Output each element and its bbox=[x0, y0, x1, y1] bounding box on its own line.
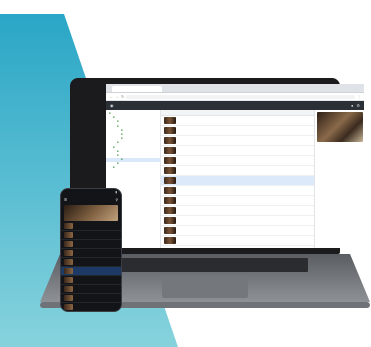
folder-icon: ■ bbox=[117, 153, 119, 157]
asset-thumbnail bbox=[64, 259, 73, 265]
folder-icon: ■ bbox=[117, 162, 119, 166]
browser-toolbar: ← → ↻ ⋮ bbox=[106, 93, 364, 101]
folder-icon: ■ bbox=[121, 158, 123, 162]
battery-icon: ▮ bbox=[115, 190, 117, 194]
list-item[interactable] bbox=[61, 276, 121, 285]
asset-thumbnail bbox=[164, 157, 176, 164]
folder-icon: ■ bbox=[121, 132, 123, 136]
asset-thumbnail bbox=[164, 137, 176, 144]
asset-thumbnail bbox=[64, 250, 73, 256]
asset-thumbnail bbox=[64, 268, 73, 274]
list-item[interactable] bbox=[61, 303, 121, 311]
search-icon[interactable]: ⚲ bbox=[116, 198, 118, 202]
asset-thumbnail bbox=[64, 295, 73, 301]
asset-thumbnail bbox=[64, 304, 73, 310]
laptop-screen: ← → ↻ ⋮ ◉ ● ⚙ ■ ■ ■ ■ ■ ■ ■ ■ ■ ■ ■ ■ ■ … bbox=[106, 84, 364, 248]
list-item[interactable] bbox=[61, 222, 121, 231]
list-item[interactable] bbox=[61, 258, 121, 267]
back-icon[interactable]: ← bbox=[109, 94, 113, 99]
table-row[interactable] bbox=[161, 236, 314, 246]
browser-tab[interactable] bbox=[112, 86, 162, 92]
table-row[interactable] bbox=[161, 216, 314, 226]
menu-icon[interactable]: ☰ bbox=[64, 198, 67, 202]
asset-thumbnail bbox=[64, 232, 73, 238]
asset-thumbnail bbox=[64, 241, 73, 247]
folder-icon: ■ bbox=[117, 120, 119, 124]
user-icon[interactable]: ● bbox=[351, 103, 353, 108]
asset-thumbnail bbox=[64, 277, 73, 283]
folder-icon: ■ bbox=[117, 124, 119, 128]
app-body: ■ ■ ■ ■ ■ ■ ■ ■ ■ ■ ■ ■ ■ ■ bbox=[106, 110, 364, 248]
forward-icon[interactable]: → bbox=[115, 94, 119, 99]
folder-icon: ■ bbox=[113, 116, 115, 120]
phone-status-bar: ▮ bbox=[61, 189, 121, 196]
metadata-line bbox=[317, 217, 362, 221]
tree-item[interactable]: ■ bbox=[106, 166, 160, 170]
table-row[interactable] bbox=[161, 166, 314, 176]
app-header: ◉ ● ⚙ bbox=[106, 101, 364, 110]
details-panel bbox=[314, 110, 364, 248]
table-row[interactable] bbox=[161, 126, 314, 136]
settings-icon[interactable]: ⚙ bbox=[356, 103, 360, 108]
table-row[interactable] bbox=[161, 146, 314, 156]
table-row[interactable] bbox=[161, 156, 314, 166]
asset-thumbnail bbox=[164, 177, 176, 184]
folder-icon: ■ bbox=[117, 141, 119, 145]
folder-icon: ■ bbox=[117, 149, 119, 153]
phone-preview-image bbox=[64, 205, 118, 221]
table-row[interactable] bbox=[161, 176, 314, 186]
list-item[interactable] bbox=[61, 249, 121, 258]
app-logo-icon: ◉ bbox=[110, 103, 114, 108]
table-row[interactable] bbox=[161, 206, 314, 216]
asset-thumbnail bbox=[164, 117, 176, 124]
list-item[interactable] bbox=[61, 294, 121, 303]
table-row[interactable] bbox=[161, 136, 314, 146]
folder-icon: ■ bbox=[113, 166, 115, 170]
phone-device: ▮ ☰ ⚲ bbox=[60, 188, 122, 312]
list-item[interactable] bbox=[61, 231, 121, 240]
asset-thumbnail bbox=[164, 147, 176, 154]
asset-thumbnail bbox=[164, 217, 176, 224]
table-row[interactable] bbox=[161, 196, 314, 206]
asset-thumbnail bbox=[64, 286, 73, 292]
asset-preview-image bbox=[317, 112, 363, 142]
asset-thumbnail bbox=[164, 127, 176, 134]
asset-thumbnail bbox=[164, 237, 176, 244]
list-item[interactable] bbox=[61, 240, 121, 249]
address-bar[interactable] bbox=[126, 94, 355, 99]
asset-thumbnail bbox=[164, 167, 176, 174]
list-item[interactable] bbox=[61, 285, 121, 294]
reload-icon[interactable]: ↻ bbox=[121, 94, 124, 99]
asset-list bbox=[161, 110, 314, 248]
list-item[interactable] bbox=[61, 267, 121, 276]
folder-icon: ■ bbox=[121, 128, 123, 132]
asset-thumbnail bbox=[64, 223, 73, 229]
table-row[interactable] bbox=[161, 116, 314, 126]
folder-icon: ■ bbox=[121, 137, 123, 141]
browser-tab-strip bbox=[106, 84, 364, 93]
asset-thumbnail bbox=[164, 207, 176, 214]
table-row[interactable] bbox=[161, 186, 314, 196]
asset-thumbnail bbox=[164, 197, 176, 204]
phone-header: ☰ ⚲ bbox=[61, 196, 121, 204]
asset-thumbnail bbox=[164, 227, 176, 234]
folder-icon: ■ bbox=[109, 112, 111, 115]
folder-icon: ■ bbox=[113, 145, 115, 149]
table-row[interactable] bbox=[161, 226, 314, 236]
asset-thumbnail bbox=[164, 187, 176, 194]
browser-menu-icon[interactable]: ⋮ bbox=[357, 94, 361, 99]
